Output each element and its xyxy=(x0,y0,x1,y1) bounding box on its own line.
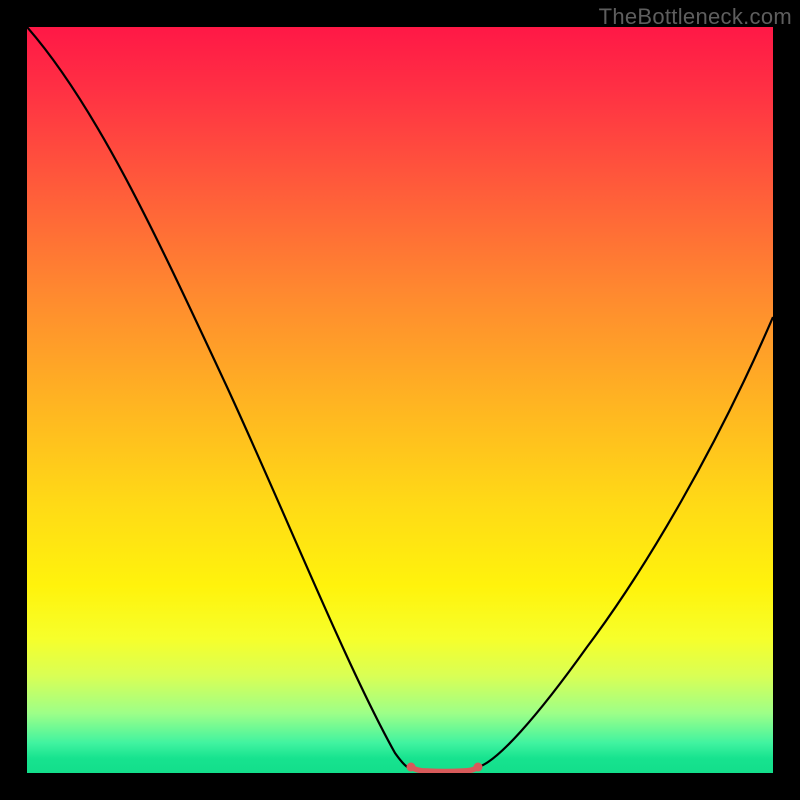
curve-layer xyxy=(27,27,773,773)
flat-endpoint-right xyxy=(474,763,483,772)
left-branch-curve xyxy=(27,27,411,768)
flat-endpoint-left xyxy=(407,763,416,772)
watermark-text: TheBottleneck.com xyxy=(599,4,792,30)
flat-minimum-segment xyxy=(411,767,478,772)
chart-frame: TheBottleneck.com xyxy=(0,0,800,800)
plot-area xyxy=(27,27,773,773)
right-branch-curve xyxy=(478,317,773,767)
